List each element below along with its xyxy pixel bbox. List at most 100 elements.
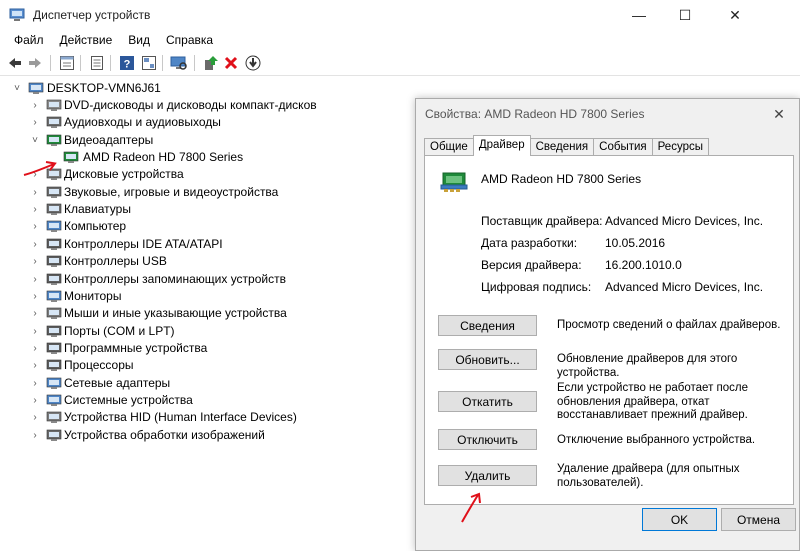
help-icon[interactable]: ? — [118, 54, 136, 72]
device-name: AMD Radeon HD 7800 Series — [481, 172, 642, 186]
chevron-right-icon[interactable]: › — [30, 323, 40, 340]
chevron-right-icon[interactable]: › — [30, 357, 40, 374]
tree-item-label: AMD Radeon HD 7800 Series — [83, 150, 244, 164]
uninstall-icon[interactable] — [222, 54, 240, 72]
tab-events[interactable]: События — [593, 138, 653, 156]
tree-item[interactable]: › Компьютер — [0, 218, 420, 235]
chevron-right-icon[interactable]: › — [30, 271, 40, 288]
svg-text:?: ? — [124, 59, 131, 71]
tree-item[interactable]: › Порты (COM и LPT) — [0, 323, 420, 340]
disable-device-button[interactable]: Отключить — [438, 429, 537, 450]
tree-item[interactable]: › Процессоры — [0, 357, 420, 374]
menu-view[interactable]: Вид — [120, 30, 158, 50]
tab-general[interactable]: Общие — [424, 138, 474, 156]
back-icon[interactable] — [6, 54, 24, 72]
tree-item[interactable]: › DVD-дисководы и дисководы компакт-диско… — [0, 97, 420, 114]
properties-icon[interactable] — [58, 54, 76, 72]
chevron-right-icon[interactable]: › — [30, 184, 40, 201]
tree-item[interactable]: › Устройства HID (Human Interface Devices… — [0, 409, 420, 426]
show-hidden-icon[interactable] — [88, 54, 106, 72]
sound-icon — [46, 185, 62, 199]
tree-item-label: DVD-дисководы и дисководы компакт-дисков — [64, 98, 317, 112]
menu-action[interactable]: Действие — [52, 30, 121, 50]
tree-root[interactable]: ˅ DESKTOP-VMN6J61 — [0, 80, 420, 97]
tree-item[interactable]: › Программные устройства — [0, 340, 420, 357]
roll-back-driver-desc: Если устройство не работает после обновл… — [557, 382, 749, 421]
tree-item[interactable]: › Системные устройства — [0, 392, 420, 409]
tree-item[interactable]: › Дисковые устройства — [0, 166, 420, 183]
chevron-right-icon[interactable]: › — [30, 218, 40, 235]
tree-item[interactable]: › Аудиовходы и аудиовыходы — [0, 114, 420, 131]
chevron-right-icon[interactable]: › — [30, 288, 40, 305]
computer-icon — [28, 81, 44, 95]
minimize-button[interactable]: — — [616, 0, 662, 30]
toolbar: ? — [0, 50, 800, 76]
monitor-icon — [46, 289, 62, 303]
tree-item-label: Дисковые устройства — [64, 167, 184, 181]
tab-details[interactable]: Сведения — [529, 138, 595, 156]
toolbar-separator — [194, 55, 195, 71]
cancel-button[interactable]: Отмена — [721, 508, 796, 531]
scan-hardware-icon[interactable] — [170, 54, 188, 72]
download-icon[interactable] — [244, 54, 262, 72]
port-icon — [46, 324, 62, 338]
uninstall-driver-button[interactable]: Удалить — [438, 465, 537, 486]
dialog-close-button[interactable]: ✕ — [759, 99, 799, 129]
tree-item-label: Процессоры — [64, 358, 134, 372]
ok-button[interactable]: OK — [642, 508, 717, 531]
chevron-right-icon[interactable]: › — [30, 375, 40, 392]
update-driver-desc: Обновление драйверов для этого устройств… — [557, 353, 738, 379]
chevron-right-icon[interactable]: › — [30, 409, 40, 426]
driver-version-label: Версия драйвера: — [481, 258, 582, 272]
close-button[interactable]: ✕ — [712, 0, 758, 30]
tree-item[interactable]: › Сетевые адаптеры — [0, 375, 420, 392]
maximize-button[interactable]: ☐ — [662, 0, 708, 30]
chevron-down-icon[interactable]: ˅ — [30, 132, 40, 149]
hid-icon — [46, 410, 62, 424]
menu-file[interactable]: Файл — [6, 30, 52, 50]
tree-item[interactable]: › Контроллеры IDE ATA/ATAPI — [0, 236, 420, 253]
chevron-right-icon[interactable]: › — [30, 340, 40, 357]
tree-item[interactable]: › Контроллеры запоминающих устройств — [0, 271, 420, 288]
tab-driver[interactable]: Драйвер — [472, 135, 531, 156]
title-bar: Диспетчер устройств — ☐ ✕ — [0, 0, 800, 30]
tree-item[interactable]: › Мыши и иные указывающие устройства — [0, 305, 420, 322]
roll-back-driver-button[interactable]: Откатить — [438, 391, 537, 412]
audio-icon — [46, 115, 62, 129]
window-title: Диспетчер устройств — [33, 8, 151, 22]
chevron-right-icon[interactable]: › — [30, 253, 40, 270]
tree-item[interactable]: › Контроллеры USB — [0, 253, 420, 270]
chevron-right-icon[interactable]: › — [30, 114, 40, 131]
tree-item-label: Устройства обработки изображений — [64, 428, 265, 442]
forward-icon[interactable] — [26, 54, 44, 72]
tree-item-label: Аудиовходы и аудиовыходы — [64, 115, 221, 129]
menu-help[interactable]: Справка — [158, 30, 221, 50]
update-driver-icon[interactable] — [202, 54, 220, 72]
tree-item-label: Звуковые, игровые и видеоустройства — [64, 185, 279, 199]
tree-item[interactable]: › Звуковые, игровые и видеоустройства — [0, 184, 420, 201]
driver-details-button[interactable]: Сведения — [438, 315, 537, 336]
tree-item-label: Мыши и иные указывающие устройства — [64, 306, 287, 320]
driver-details-desc: Просмотр сведений о файлах драйверов. — [557, 319, 781, 331]
tab-resources[interactable]: Ресурсы — [651, 138, 709, 156]
update-driver-button[interactable]: Обновить... — [438, 349, 537, 370]
tree-item-label: DESKTOP-VMN6J61 — [47, 81, 161, 95]
chevron-right-icon[interactable]: › — [30, 427, 40, 444]
annotation-arrow-icon — [461, 492, 481, 523]
chevron-right-icon[interactable]: › — [30, 392, 40, 409]
tree-item-label: Программные устройства — [64, 341, 208, 355]
chevron-down-icon[interactable]: ˅ — [12, 80, 22, 97]
tree-item-label: Мониторы — [64, 289, 122, 303]
tree-item[interactable]: › Устройства обработки изображений — [0, 427, 420, 444]
tree-item-child[interactable]: AMD Radeon HD 7800 Series — [0, 149, 420, 166]
chevron-right-icon[interactable]: › — [30, 97, 40, 114]
chevron-right-icon[interactable]: › — [30, 305, 40, 322]
toolbar-separator — [50, 55, 51, 71]
chevron-right-icon[interactable]: › — [30, 201, 40, 218]
action-icon[interactable] — [140, 54, 158, 72]
toolbar-separator — [80, 55, 81, 71]
tree-item[interactable]: ˅ Видеоадаптеры — [0, 132, 420, 149]
tree-item[interactable]: › Мониторы — [0, 288, 420, 305]
chevron-right-icon[interactable]: › — [30, 236, 40, 253]
tree-item[interactable]: › Клавиатуры — [0, 201, 420, 218]
